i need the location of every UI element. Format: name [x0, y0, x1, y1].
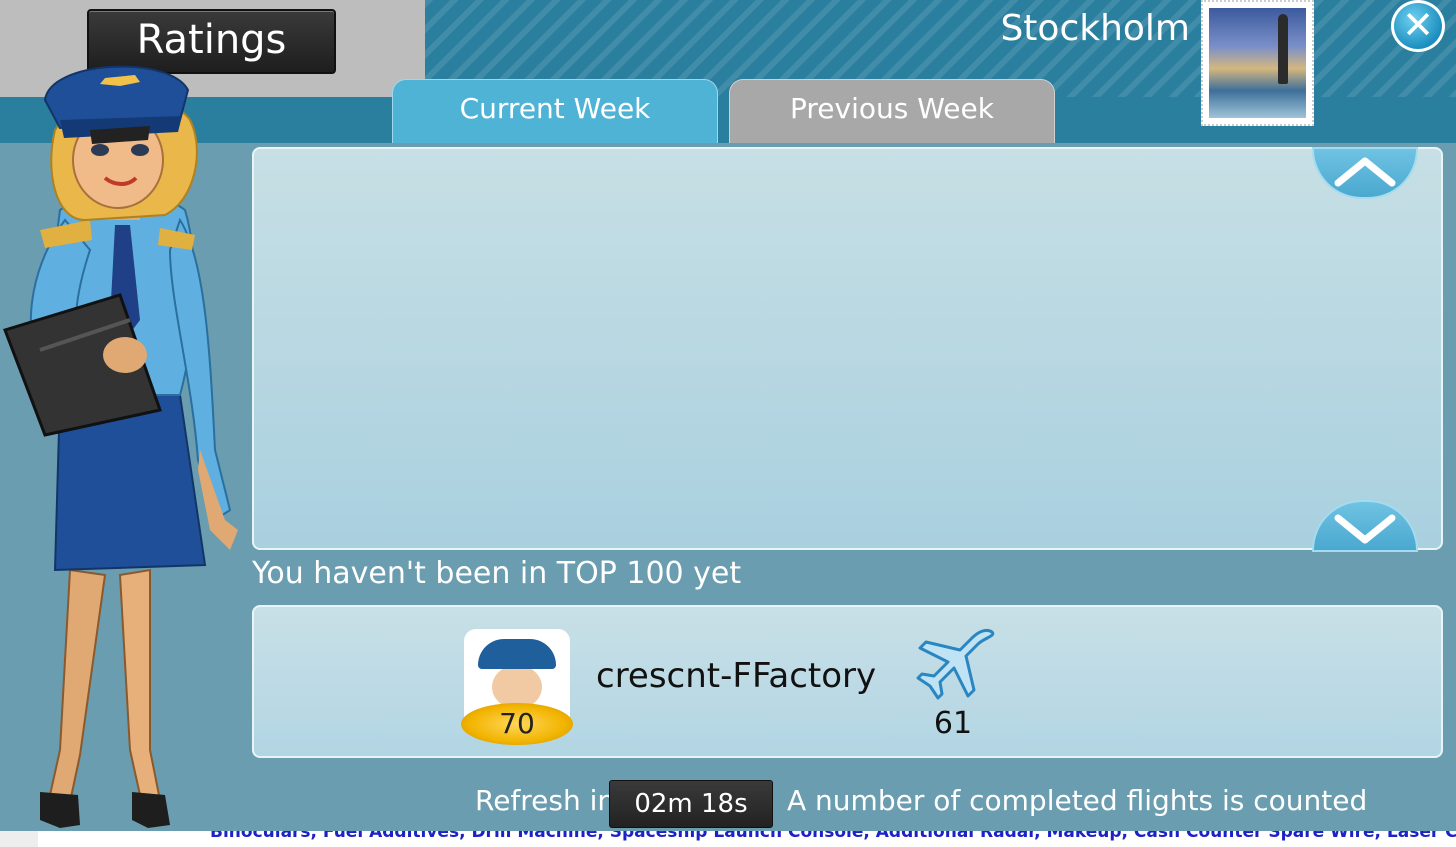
- scroll-up-button[interactable]: [1312, 147, 1418, 199]
- tab-current-week[interactable]: Current Week: [392, 79, 718, 143]
- counting-info: A number of completed flights is counted: [787, 784, 1368, 817]
- top100-status: You haven't been in TOP 100 yet: [252, 556, 742, 591]
- city-name: Stockholm: [1000, 8, 1190, 49]
- ratings-list[interactable]: [252, 147, 1443, 550]
- ticker-text: Binoculars, Fuel Additives, Drill Machin…: [210, 831, 1456, 842]
- airplane-icon: [912, 626, 998, 708]
- level-badge: 70: [461, 703, 573, 745]
- chevron-up-icon: [1334, 157, 1396, 187]
- scroll-down-button[interactable]: [1312, 500, 1418, 552]
- close-button[interactable]: ✕: [1391, 0, 1445, 52]
- bottom-ticker: Binoculars, Fuel Additives, Drill Machin…: [0, 831, 1456, 847]
- player-name: crescnt-FFactory: [596, 656, 877, 696]
- tab-previous-week[interactable]: Previous Week: [729, 79, 1055, 143]
- close-icon: ✕: [1402, 3, 1434, 47]
- flights-count: 61: [933, 706, 973, 741]
- refresh-timer: 02m 18s: [609, 780, 773, 828]
- pilot-character-image: [3, 65, 238, 828]
- refresh-label: Refresh in: [475, 784, 616, 817]
- chevron-down-icon: [1334, 514, 1396, 544]
- city-stamp-image: [1201, 0, 1314, 126]
